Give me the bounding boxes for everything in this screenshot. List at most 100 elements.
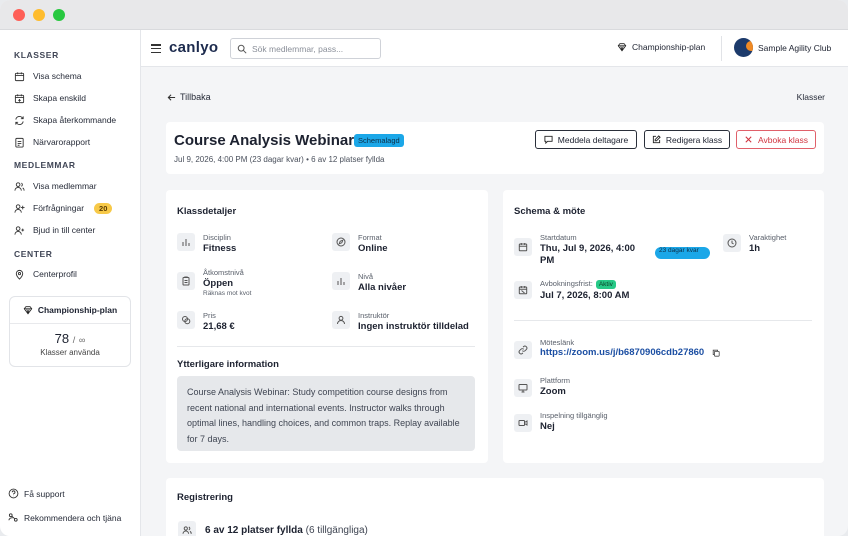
registration-filled: 6 av 12 platser fyllda: [205, 524, 303, 536]
additional-info-title: Ytterligare information: [177, 359, 279, 370]
sidebar-item-view-schedule[interactable]: Visa schema: [14, 68, 136, 84]
calendar-icon: [514, 238, 532, 256]
calendar-icon: [14, 71, 25, 81]
copy-icon[interactable]: [712, 349, 720, 357]
start-date-label: Startdatum: [540, 233, 577, 242]
clipboard-icon: [177, 272, 195, 290]
access-level-note: Räknas mot kvot: [203, 290, 252, 297]
sidebar-item-attendance-report[interactable]: Närvarorapport: [14, 134, 136, 150]
compass-icon: [332, 233, 350, 251]
bar-chart-icon: [177, 233, 195, 251]
section-divider: [177, 346, 475, 347]
schedule-title: Schema & möte: [514, 206, 586, 217]
meeting-link-field: Möteslänk https://zoom.us/j/b6870906cdb2…: [514, 338, 720, 359]
price-field: Pris 21,68 €: [177, 311, 235, 332]
topbar-divider: [721, 36, 722, 61]
app-window: KLASSER Visa schema Skapa enskild Skapa …: [0, 0, 848, 536]
minimize-window-button[interactable]: [33, 9, 45, 21]
level-value: Alla nivåer: [358, 282, 407, 293]
sidebar-item-label: Visa schema: [33, 71, 82, 81]
edit-class-button[interactable]: Redigera klass: [644, 130, 730, 149]
meeting-link-row: https://zoom.us/j/b6870906cdb27860: [540, 347, 720, 358]
sidebar-item-create-recurring[interactable]: Skapa återkommande: [14, 112, 136, 128]
message-participants-button[interactable]: Meddela deltagare: [535, 130, 637, 149]
sidebar-item-invite[interactable]: Bjud in till center: [14, 222, 136, 238]
start-date-field: Startdatum Thu, Jul 9, 2026, 4:00 PM: [514, 233, 640, 267]
back-link[interactable]: Tillbaka: [167, 92, 211, 102]
plan-separator: /: [72, 335, 76, 345]
plan-usage-header: Championship-plan: [10, 297, 130, 324]
plan-name: Championship-plan: [37, 305, 118, 315]
share-icon: [8, 513, 18, 522]
refer-and-earn-link[interactable]: Rekommendera och tjäna: [8, 512, 121, 523]
status-badge: Schemalagd: [354, 134, 404, 147]
plan-limit-value: ∞: [78, 335, 86, 345]
club-logo: [734, 38, 753, 57]
sidebar-item-requests[interactable]: Förfrågningar 20: [14, 200, 136, 216]
requests-count-badge: 20: [94, 202, 113, 214]
duration-field: Varaktighet 1h: [723, 233, 786, 254]
instructor-value: Ingen instruktör tilldelad: [358, 321, 469, 332]
plan-usage-card: Championship-plan 78 / ∞ Klasser använda: [9, 296, 131, 367]
plan-used-value: 78: [54, 331, 70, 346]
sidebar-item-label: Förfrågningar: [33, 203, 85, 213]
location-icon: [15, 269, 24, 280]
search-input[interactable]: [252, 43, 372, 54]
recording-value: Nej: [540, 421, 555, 432]
sidebar-item-center-profile[interactable]: Centerprofil: [14, 266, 136, 282]
app-logo[interactable]: canlyo: [169, 39, 218, 56]
cancel-deadline-value: Jul 7, 2026, 8:00 AM: [540, 289, 630, 301]
menu-icon[interactable]: [151, 44, 161, 54]
arrow-left-icon: [167, 93, 176, 101]
monitor-icon: [514, 379, 532, 397]
user-invite-icon: [14, 225, 25, 235]
meeting-link-url[interactable]: https://zoom.us/j/b6870906cdb27860: [540, 347, 704, 358]
sidebar-item-create-single[interactable]: Skapa enskild: [14, 90, 136, 106]
breadcrumb[interactable]: Klasser: [797, 92, 825, 102]
meeting-link-label: Möteslänk: [540, 338, 575, 347]
instructor-label: Instruktör: [358, 311, 390, 320]
report-icon: [15, 137, 24, 148]
discipline-value: Fitness: [203, 243, 237, 254]
class-meta: Jul 9, 2026, 4:00 PM (23 dagar kvar) • 6…: [174, 155, 385, 164]
link-icon: [514, 341, 532, 359]
calendar-off-icon: [514, 281, 532, 299]
price-value: 21,68 €: [203, 321, 235, 332]
schedule-card: Schema & möte Startdatum Thu, Jul 9, 2026…: [503, 190, 824, 463]
cancel-class-button[interactable]: Avboka klass: [736, 130, 816, 149]
repeat-icon: [15, 115, 24, 125]
format-label: Format: [358, 233, 382, 242]
sidebar: KLASSER Visa schema Skapa enskild Skapa …: [0, 30, 141, 536]
search-field[interactable]: [230, 38, 381, 59]
user-icon: [332, 311, 350, 329]
sidebar-item-label: Centerprofil: [33, 269, 77, 279]
coins-icon: [177, 311, 195, 329]
help-circle-icon: [8, 488, 19, 499]
start-date-value: Thu, Jul 9, 2026, 4:00 PM: [540, 243, 636, 266]
sidebar-section-center: CENTER: [14, 249, 53, 259]
sidebar-item-view-members[interactable]: Visa medlemmar: [14, 178, 136, 194]
maximize-window-button[interactable]: [53, 9, 65, 21]
get-support-link[interactable]: Få support: [8, 488, 65, 499]
sidebar-item-label: Bjud in till center: [33, 225, 96, 235]
active-badge: Aktiv: [595, 279, 616, 289]
recording-field: Inspelning tillgänglig Nej: [514, 411, 608, 432]
close-window-button[interactable]: [13, 9, 25, 21]
platform-field: Plattform Zoom: [514, 376, 570, 397]
duration-label: Varaktighet: [749, 233, 787, 242]
title-bar: [0, 0, 848, 30]
level-field: Nivå Alla nivåer: [332, 272, 406, 293]
club-switcher[interactable]: Sample Agility Club: [734, 38, 831, 57]
get-support-label: Få support: [24, 488, 65, 499]
plan-indicator-label: Championship-plan: [632, 42, 706, 52]
discipline-field: Disciplin Fitness: [177, 233, 236, 254]
sidebar-item-label: Skapa återkommande: [33, 115, 117, 125]
back-label: Tillbaka: [180, 92, 211, 102]
sidebar-item-label: Visa medlemmar: [33, 181, 97, 191]
registration-available: (6 tillgängliga): [305, 524, 368, 536]
plan-indicator[interactable]: Championship-plan: [617, 42, 705, 52]
message-icon: [544, 135, 553, 144]
close-icon: [745, 136, 752, 143]
class-details-card: Klassdetaljer Disciplin Fitness Format Onl…: [166, 190, 488, 463]
user-plus-icon: [14, 203, 25, 213]
